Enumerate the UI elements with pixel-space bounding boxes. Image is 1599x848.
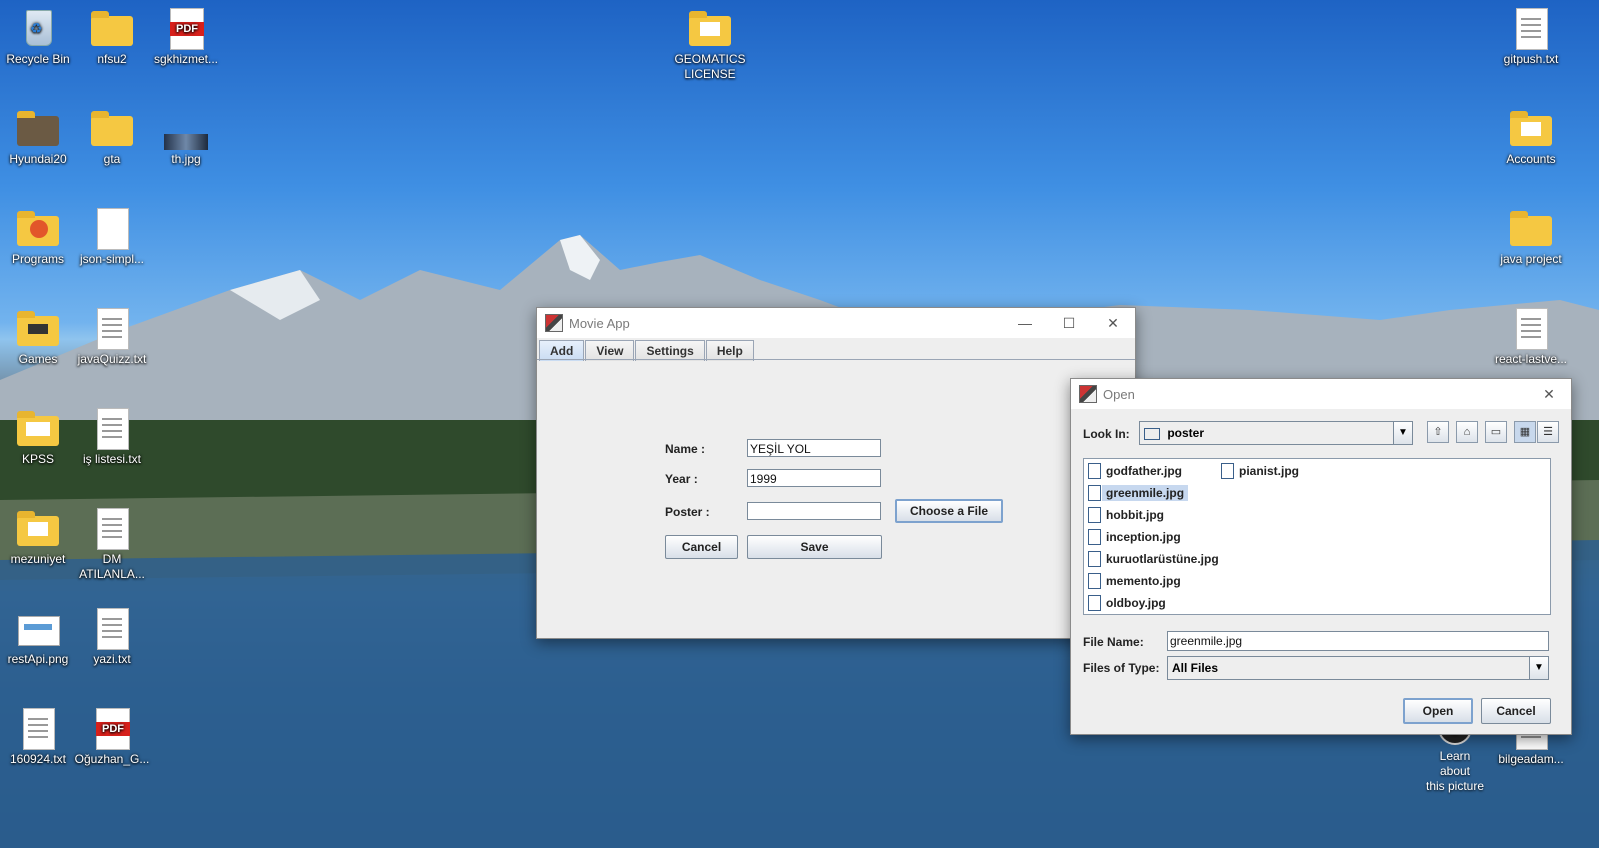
- close-icon[interactable]: ✕: [1527, 386, 1571, 403]
- txt-icon-javaquizz[interactable]: javaQuizz.txt: [74, 308, 150, 367]
- file-icon: [1088, 551, 1101, 567]
- cancel-button[interactable]: Cancel: [665, 535, 738, 559]
- list-item[interactable]: kuruotlarüstüne.jpg: [1086, 549, 1219, 569]
- txt-icon-dm-atilanlar[interactable]: DM ATILANLA...: [74, 508, 150, 582]
- folder-icon-nfsu2[interactable]: nfsu2: [74, 8, 150, 67]
- image-icon-th[interactable]: th.jpg: [148, 108, 224, 167]
- txt-icon-react-lastversion[interactable]: react-lastve...: [1490, 308, 1572, 367]
- folder-icon-mezuniyet[interactable]: mezuniyet: [0, 508, 76, 567]
- look-in-value: poster: [1167, 426, 1205, 440]
- close-icon[interactable]: ✕: [1091, 315, 1135, 332]
- year-label: Year :: [665, 472, 698, 486]
- java-app-icon: [1079, 385, 1097, 403]
- poster-field[interactable]: [747, 502, 881, 520]
- file-icon: [1088, 463, 1101, 479]
- file-type-value: All Files: [1172, 661, 1219, 675]
- list-item[interactable]: oldboy.jpg: [1086, 593, 1166, 613]
- tab-settings[interactable]: Settings: [635, 340, 705, 361]
- new-folder-icon[interactable]: ▭: [1485, 421, 1507, 443]
- file-type-label: Files of Type:: [1083, 661, 1160, 675]
- file-icon: [1088, 485, 1101, 501]
- file-icon: [1221, 463, 1234, 479]
- details-view-icon[interactable]: ☰: [1537, 421, 1559, 443]
- doc-icon-json-simple[interactable]: json-simpl...: [74, 208, 150, 267]
- folder-icon-accounts[interactable]: Accounts: [1490, 108, 1572, 167]
- dialog-cancel-button[interactable]: Cancel: [1481, 698, 1551, 724]
- open-dialog-titlebar[interactable]: Open ✕: [1071, 379, 1571, 409]
- pdf-icon-sgkhizmet[interactable]: PDF sgkhizmet...: [148, 8, 224, 67]
- recycle-bin-icon[interactable]: ♻ Recycle Bin: [0, 8, 76, 67]
- folder-icon-programs[interactable]: Programs: [0, 208, 76, 267]
- file-icon: [1088, 595, 1101, 611]
- look-in-combo[interactable]: poster ▼: [1139, 421, 1413, 445]
- file-name-label: File Name:: [1083, 635, 1144, 649]
- movie-app-window: Movie App — ☐ ✕ Add View Settings Help N…: [536, 307, 1136, 639]
- tab-view[interactable]: View: [585, 340, 635, 361]
- up-folder-icon[interactable]: ⇧: [1427, 421, 1449, 443]
- minimize-icon[interactable]: —: [1003, 315, 1047, 331]
- maximize-icon[interactable]: ☐: [1047, 315, 1091, 332]
- folder-icon-hyundai20[interactable]: Hyundai20: [0, 108, 76, 167]
- file-name-field[interactable]: greenmile.jpg: [1167, 631, 1549, 651]
- file-icon: [1088, 573, 1101, 589]
- folder-icon-gta[interactable]: gta: [74, 108, 150, 167]
- folder-icon: [1144, 427, 1160, 440]
- image-icon-restapi[interactable]: restApi.png: [0, 608, 76, 667]
- txt-icon-is-listesi[interactable]: iş listesi.txt: [74, 408, 150, 467]
- java-app-icon: [545, 314, 563, 332]
- folder-icon-geomatics-license[interactable]: GEOMATICS LICENSE: [670, 8, 750, 82]
- list-item[interactable]: inception.jpg: [1086, 527, 1181, 547]
- name-label: Name :: [665, 442, 706, 456]
- pdf-icon-oguzhan[interactable]: PDF Oğuzhan_G...: [74, 708, 150, 767]
- dialog-title: Open: [1103, 386, 1135, 402]
- folder-icon-kpss[interactable]: KPSS: [0, 408, 76, 467]
- txt-icon-yazi[interactable]: yazi.txt: [74, 608, 150, 667]
- list-view-icon[interactable]: ▦: [1514, 421, 1536, 443]
- name-field[interactable]: YEŞİL YOL: [747, 439, 881, 457]
- file-icon: [1088, 529, 1101, 545]
- tab-add[interactable]: Add: [539, 340, 585, 361]
- txt-icon-160924[interactable]: 160924.txt: [0, 708, 76, 767]
- tab-bar: Add View Settings Help: [539, 340, 755, 361]
- poster-label: Poster :: [665, 505, 710, 519]
- chevron-down-icon[interactable]: ▼: [1393, 422, 1412, 444]
- txt-icon-gitpush[interactable]: gitpush.txt: [1490, 8, 1572, 67]
- file-icon: [1088, 507, 1101, 523]
- open-dialog: Open ✕ Look In: poster ▼ ⇧ ⌂ ▭ ▦ ☰ godfa…: [1070, 378, 1572, 735]
- save-button[interactable]: Save: [747, 535, 882, 559]
- home-icon[interactable]: ⌂: [1456, 421, 1478, 443]
- year-field[interactable]: 1999: [747, 469, 881, 487]
- list-item[interactable]: godfather.jpg: [1086, 461, 1182, 481]
- choose-file-button[interactable]: Choose a File: [895, 499, 1003, 523]
- tab-divider: [537, 359, 1135, 360]
- file-list[interactable]: godfather.jpg greenmile.jpg hobbit.jpg i…: [1083, 458, 1551, 615]
- list-item[interactable]: hobbit.jpg: [1086, 505, 1164, 525]
- list-item[interactable]: memento.jpg: [1086, 571, 1181, 591]
- list-item[interactable]: greenmile.jpg: [1086, 483, 1189, 503]
- look-in-label: Look In:: [1083, 427, 1130, 441]
- chevron-down-icon[interactable]: ▼: [1529, 657, 1548, 679]
- folder-icon-java-project[interactable]: java project: [1490, 208, 1572, 267]
- folder-icon-games[interactable]: Games: [0, 308, 76, 367]
- file-type-combo[interactable]: All Files ▼: [1167, 656, 1549, 680]
- tab-help[interactable]: Help: [705, 340, 754, 361]
- window-title: Movie App: [569, 315, 630, 331]
- open-button[interactable]: Open: [1403, 698, 1473, 724]
- movie-app-titlebar[interactable]: Movie App — ☐ ✕: [537, 308, 1135, 338]
- list-item[interactable]: pianist.jpg: [1219, 461, 1299, 481]
